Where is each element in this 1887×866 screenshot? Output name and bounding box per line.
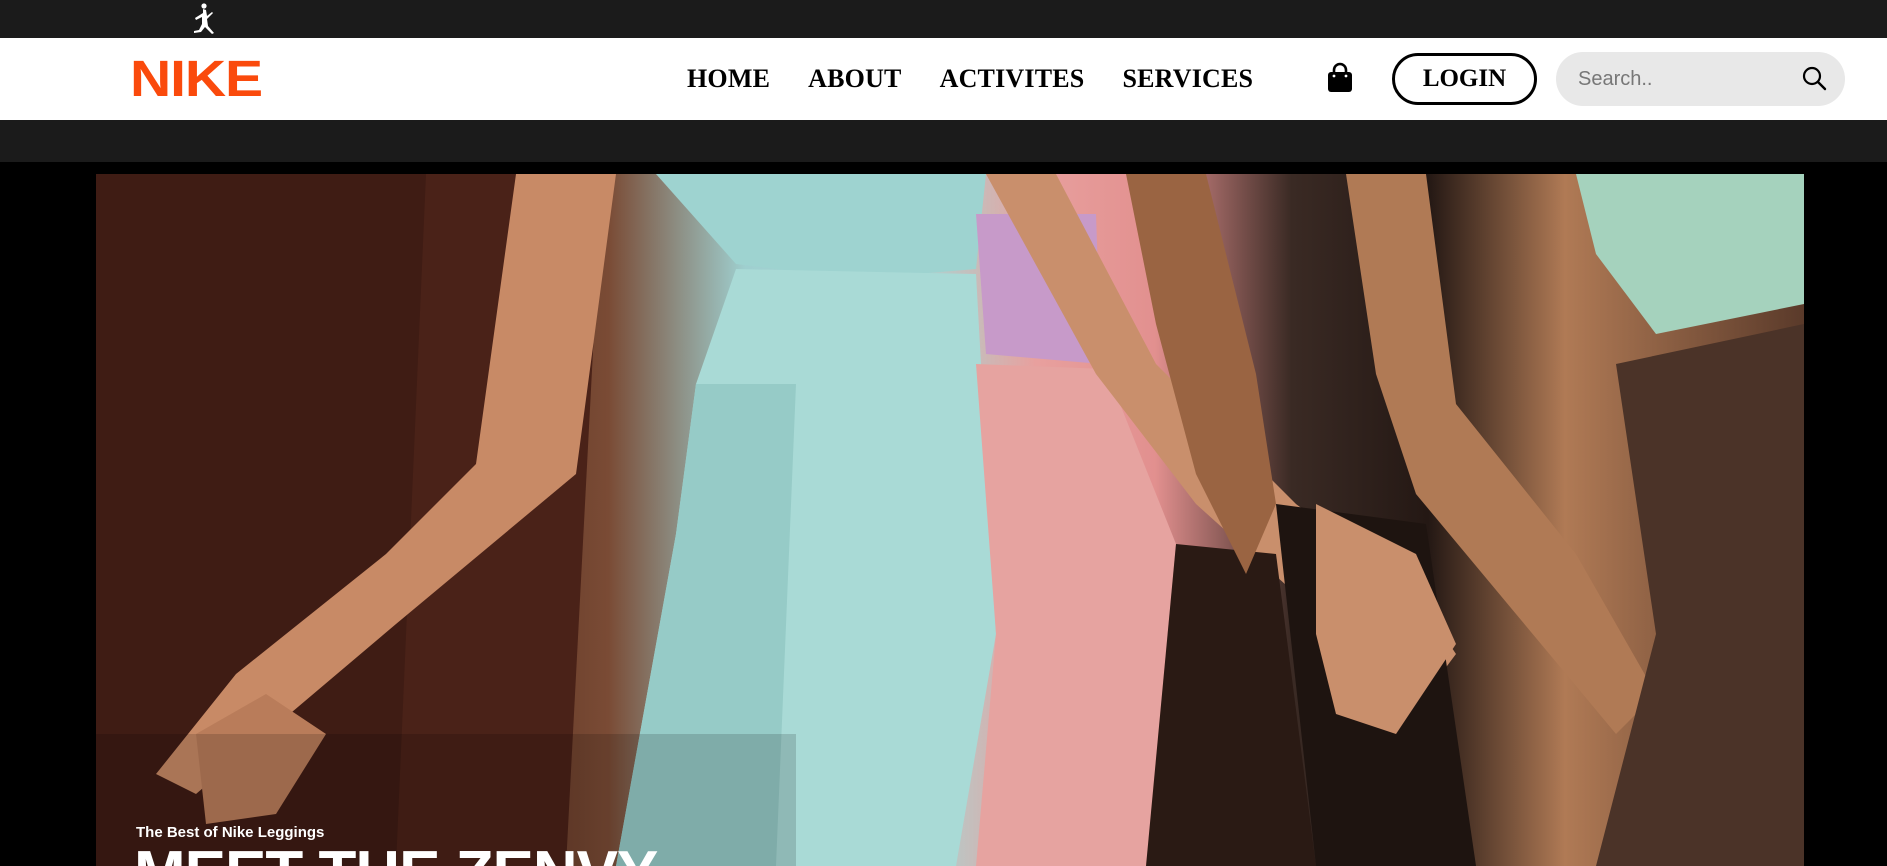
search-input[interactable]: [1578, 66, 1788, 92]
hero-banner: The Best of Nike Leggings MEET THE ZENVY: [96, 174, 1804, 866]
search-icon[interactable]: [1801, 65, 1827, 91]
hero-headline: MEET THE ZENVY: [134, 843, 658, 866]
jumpman-icon[interactable]: [186, 2, 220, 36]
search-box: [1556, 52, 1845, 106]
nav-services[interactable]: SERVICES: [1122, 64, 1253, 94]
nav-about[interactable]: ABOUT: [808, 64, 901, 94]
secondary-bar: [0, 120, 1887, 162]
shopping-bag-icon[interactable]: [1326, 62, 1354, 94]
top-utility-bar: [0, 0, 1887, 38]
main-navbar: NIKE HOME ABOUT ACTIVITES SERVICES LOGIN: [0, 38, 1887, 120]
primary-nav: HOME ABOUT ACTIVITES SERVICES: [687, 64, 1291, 94]
hero-image: [96, 174, 1804, 866]
nav-home[interactable]: HOME: [687, 64, 770, 94]
login-button[interactable]: LOGIN: [1392, 53, 1537, 105]
brand-logo[interactable]: NIKE: [130, 53, 263, 105]
nav-activites[interactable]: ACTIVITES: [940, 64, 1085, 94]
